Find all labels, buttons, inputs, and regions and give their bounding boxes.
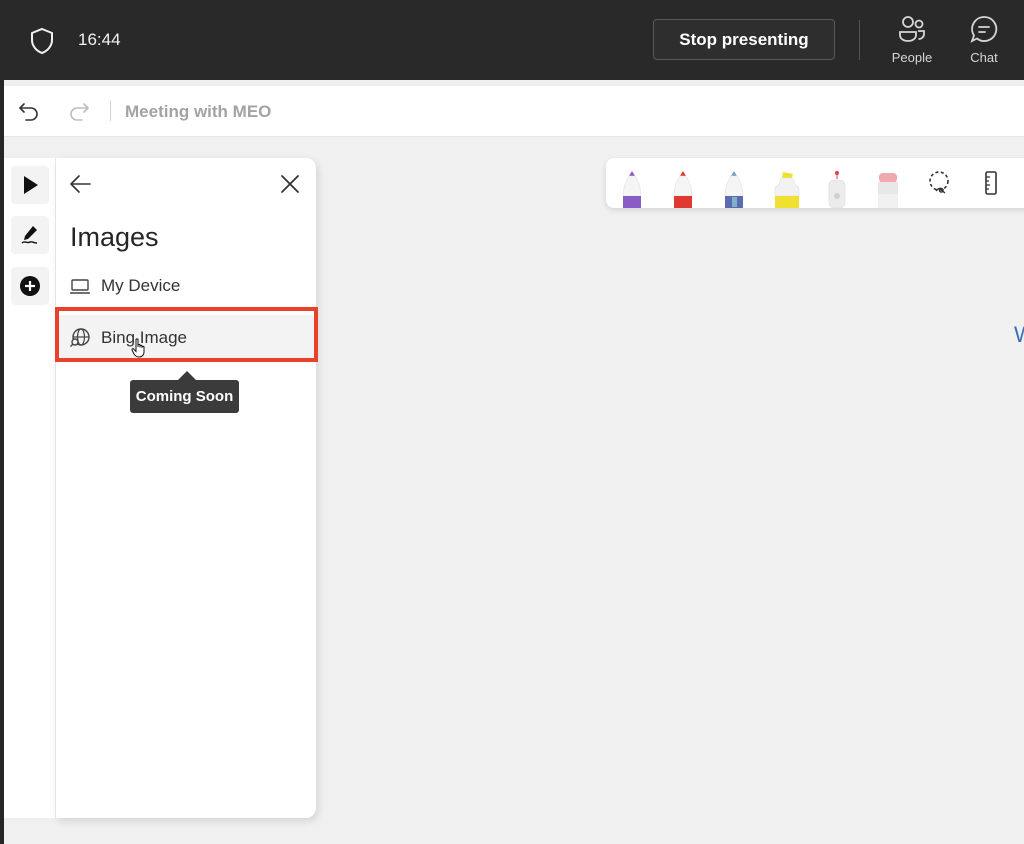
undo-icon[interactable] [18,100,40,122]
divider [110,101,111,121]
panel-title: Images [70,222,159,252]
stop-presenting-button[interactable]: Stop presenting [653,19,835,60]
galaxy-pen-icon[interactable] [722,170,746,208]
people-icon [899,16,925,42]
chat-button[interactable]: Chat [956,14,1012,70]
laptop-icon [70,279,90,294]
chat-icon [970,16,998,43]
people-button[interactable]: People [884,14,940,70]
select-tool-button[interactable] [11,166,49,204]
pen-signature-icon [21,226,38,244]
my-device-option[interactable]: My Device [56,263,316,309]
my-device-label: My Device [101,276,181,295]
yellow-highlighter-icon[interactable] [772,170,802,208]
laser-pointer-icon[interactable] [825,170,849,208]
ruler-icon[interactable] [978,170,1004,196]
whiteboard-title: Meeting with MEO [125,102,272,121]
pen-toolbar [606,158,1024,208]
lasso-icon[interactable] [926,170,952,196]
divider [859,20,860,60]
cursor-arrow-icon [24,176,38,194]
back-arrow-icon[interactable] [68,173,92,195]
red-pen-icon[interactable] [671,170,695,208]
plus-circle-icon [20,276,40,296]
redo-icon[interactable] [68,100,90,122]
add-button[interactable] [11,267,49,305]
shield-icon [31,27,53,55]
whiteboard-header: Meeting with MEO [4,86,1024,137]
tool-rail [4,158,56,818]
purple-pen-icon[interactable] [620,170,644,208]
close-icon[interactable] [279,173,301,195]
meeting-time: 16:44 [78,30,121,49]
hand-pointer-cursor-icon [131,338,145,358]
inking-tool-button[interactable] [11,216,49,254]
people-label: People [891,50,933,65]
chat-label: Chat [970,50,998,65]
images-panel: Images My Device Bing Image [56,158,316,818]
highlight-annotation-box [55,307,318,362]
canvas-text: W [1014,322,1024,348]
meeting-bar: 16:44 Stop presenting People Chat [0,0,1024,80]
eraser-icon[interactable] [876,170,900,208]
coming-soon-tooltip: Coming Soon [130,371,239,413]
